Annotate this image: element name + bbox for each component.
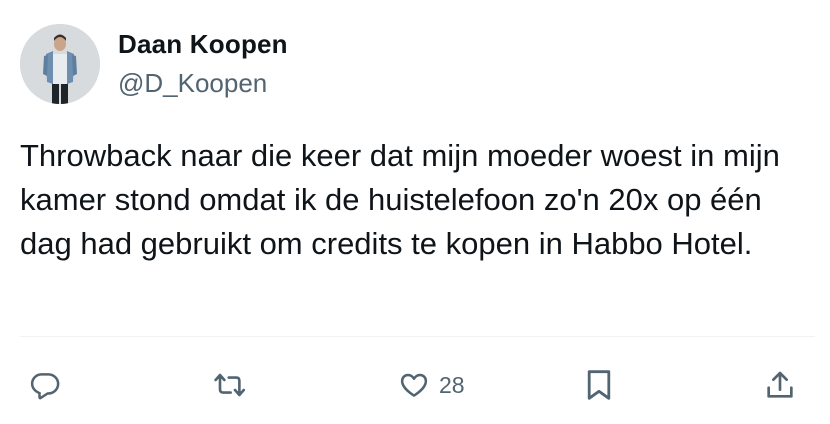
user-handle[interactable]: @D_Koopen [118, 65, 288, 101]
tweet-text: Throwback naar die keer dat mijn moeder … [20, 138, 780, 261]
action-bar: 28 [0, 360, 830, 410]
retweet-button[interactable] [213, 360, 247, 410]
author-names: Daan Koopen @D_Koopen [118, 27, 288, 101]
divider [20, 336, 815, 337]
avatar-photo [20, 24, 100, 104]
bookmark-button[interactable] [585, 360, 613, 410]
retweet-arrows-icon [214, 373, 246, 397]
heart-icon [400, 373, 428, 397]
tweet-card: Daan Koopen @D_Koopen Throwback naar die… [0, 0, 830, 424]
like-button[interactable]: 28 [399, 360, 465, 410]
display-name[interactable]: Daan Koopen [118, 27, 288, 61]
like-count: 28 [439, 371, 465, 398]
speech-bubble-icon [30, 373, 60, 400]
bookmark-icon [587, 370, 611, 400]
share-upload-icon [767, 371, 793, 398]
share-button[interactable] [764, 360, 796, 410]
avatar[interactable] [20, 24, 100, 104]
reply-button[interactable] [30, 360, 60, 410]
tweet-header: Daan Koopen @D_Koopen [20, 24, 288, 104]
